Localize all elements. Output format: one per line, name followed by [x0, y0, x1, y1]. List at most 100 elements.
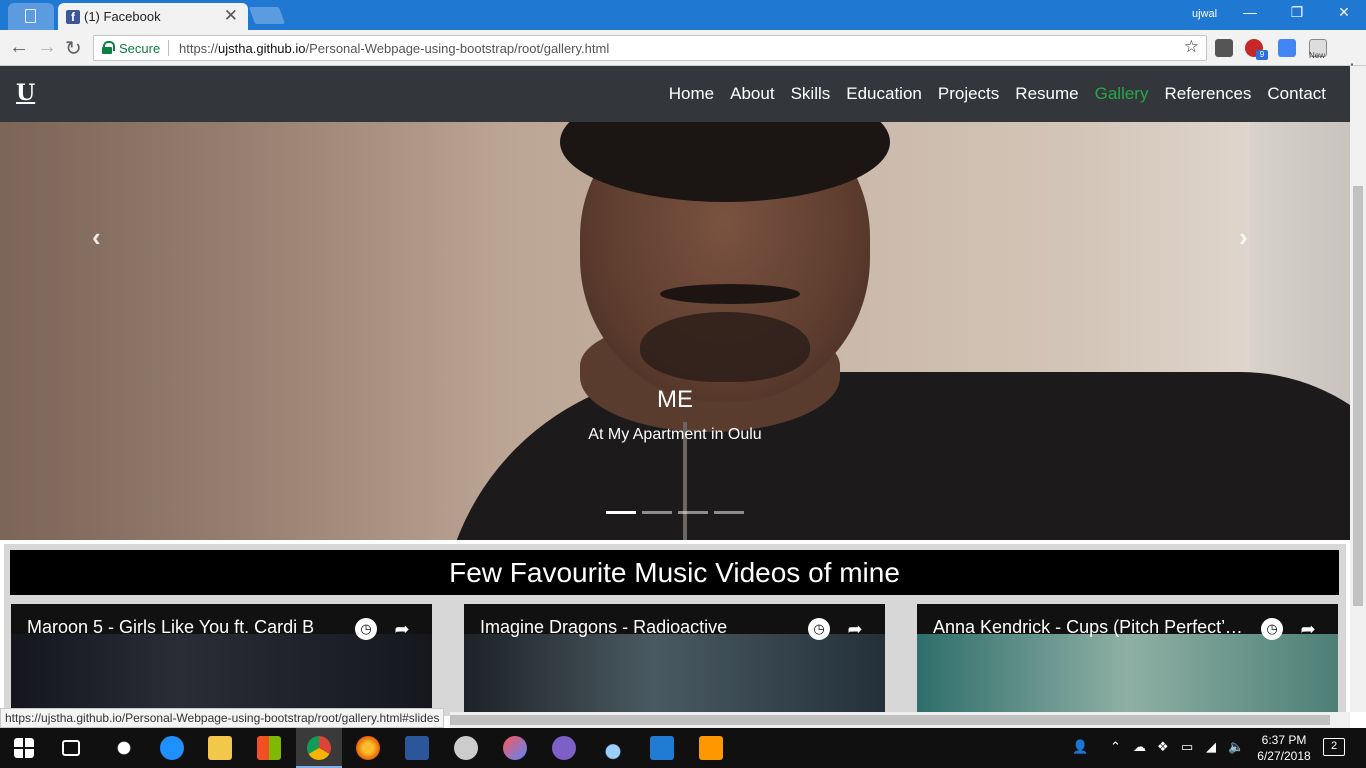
share-icon[interactable]: ➦ — [844, 618, 866, 640]
people-icon[interactable]: 👤 — [1072, 739, 1088, 755]
clock-time: 6:37 PM — [1261, 733, 1307, 747]
url-path: /Personal-Webpage-using-bootstrap/root/g… — [305, 41, 610, 56]
horizontal-scrollbar[interactable] — [450, 712, 1350, 728]
brightness-sun-icon[interactable] — [112, 736, 136, 760]
carousel-indicator[interactable] — [678, 511, 708, 514]
tab-facebook[interactable]: f (1) Facebook ✕ — [58, 3, 248, 30]
nav-about[interactable]: About — [730, 84, 774, 104]
nav-links: Home About Skills Education Projects Res… — [669, 84, 1326, 104]
caption-title: ME — [657, 386, 693, 413]
address-bar[interactable]: Secure https://ujstha.github.io/Personal… — [93, 35, 1207, 61]
extension-evernote-icon[interactable] — [1215, 39, 1233, 57]
extension-badge: 9 — [1256, 50, 1268, 60]
taskbar-clock[interactable]: 6:37 PM 6/27/2018 — [1252, 732, 1316, 764]
video-title[interactable]: Imagine Dragons - Radioactive — [480, 617, 790, 638]
video-card[interactable]: Maroon 5 - Girls Like You ft. Cardi B ◷ … — [11, 604, 432, 712]
music-heading: Few Favourite Music Videos of mine — [10, 550, 1339, 595]
link-status-bubble: https://ujstha.github.io/Personal-Webpag… — [0, 708, 445, 728]
music-section: Few Favourite Music Videos of mine Maroo… — [0, 540, 1350, 716]
share-icon[interactable]: ➦ — [391, 618, 413, 640]
nav-gallery[interactable]: Gallery — [1095, 84, 1149, 104]
tray-chevron-icon[interactable]: ⌃ — [1110, 739, 1121, 755]
lock-icon — [102, 41, 115, 54]
dropbox-icon[interactable]: ❖ — [1157, 739, 1169, 755]
facebook-favicon-icon: f — [66, 10, 80, 24]
start-windows-icon[interactable] — [14, 738, 34, 758]
itunes-icon[interactable] — [503, 736, 527, 760]
viber-icon[interactable] — [552, 736, 576, 760]
horizontal-scroll-thumb[interactable] — [450, 715, 1330, 725]
vertical-scroll-thumb[interactable] — [1353, 186, 1363, 606]
clock-date: 6/27/2018 — [1257, 749, 1311, 763]
extension-translate-icon[interactable] — [1278, 39, 1296, 57]
onedrive-cloud-icon[interactable]: ☁ — [1133, 739, 1146, 755]
nav-education[interactable]: Education — [846, 84, 922, 104]
extension-new-label: New — [1309, 51, 1326, 60]
site-logo[interactable]: U — [16, 80, 35, 106]
edge-browser-icon[interactable] — [160, 736, 184, 760]
video-thumbnail — [917, 634, 1338, 712]
carousel-caption: ME At My Apartment in Oulu — [475, 386, 875, 444]
store-icon[interactable] — [257, 736, 281, 760]
nav-home[interactable]: Home — [669, 84, 714, 104]
wifi-icon[interactable]: ◢ — [1206, 739, 1216, 755]
vertical-scrollbar[interactable] — [1350, 66, 1366, 712]
nav-references[interactable]: References — [1164, 84, 1251, 104]
profile-name[interactable]: ujwal — [1192, 8, 1217, 20]
url-host: ujstha.github.io — [218, 41, 306, 56]
video-card[interactable]: Imagine Dragons - Radioactive ◷ ➦ — [464, 604, 885, 712]
photo-beard — [640, 312, 810, 382]
word-icon[interactable] — [405, 736, 429, 760]
window-close-button[interactable]: ✕ — [1332, 4, 1356, 24]
file-explorer-icon[interactable] — [208, 736, 232, 760]
tab-close-icon[interactable]: ✕ — [224, 6, 238, 26]
share-icon[interactable]: ➦ — [1297, 618, 1319, 640]
watch-later-icon[interactable]: ◷ — [355, 618, 377, 640]
back-button[interactable]: ← — [9, 36, 29, 59]
photo-shadow — [0, 122, 500, 540]
tab-blank[interactable] — [8, 3, 54, 30]
minimize-button[interactable]: — — [1238, 4, 1262, 24]
photo-mustache — [660, 284, 800, 304]
carousel-next-icon[interactable]: › — [1239, 222, 1248, 253]
vscode-icon[interactable] — [650, 736, 674, 760]
volume-icon[interactable]: 🔈 — [1228, 739, 1244, 755]
site-navbar: U Home About Skills Education Projects R… — [0, 66, 1350, 122]
nav-skills[interactable]: Skills — [791, 84, 831, 104]
document-icon — [25, 9, 36, 23]
bitwarden-icon[interactable] — [454, 736, 478, 760]
carousel-indicators — [606, 511, 744, 514]
reload-button[interactable]: ↻ — [65, 36, 82, 61]
video-title[interactable]: Maroon 5 - Girls Like You ft. Cardi B — [27, 617, 337, 638]
carousel-indicator[interactable] — [606, 511, 636, 514]
nav-resume[interactable]: Resume — [1015, 84, 1078, 104]
browser-toolbar: ← → ↻ Secure https://ujstha.github.io/Pe… — [0, 30, 1366, 79]
task-view-icon[interactable] — [62, 740, 80, 756]
watch-later-icon[interactable]: ◷ — [808, 618, 830, 640]
bookmark-star-icon[interactable]: ☆ — [1184, 37, 1199, 57]
video-card[interactable]: Anna Kendrick - Cups (Pitch Perfect’s “W… — [917, 604, 1338, 712]
sublime-text-icon[interactable] — [699, 736, 723, 760]
photo-carousel: ‹ › ME At My Apartment in Oulu — [0, 122, 1350, 540]
url-text[interactable]: https://ujstha.github.io/Personal-Webpag… — [179, 41, 609, 56]
nav-projects[interactable]: Projects — [938, 84, 999, 104]
watch-later-icon[interactable]: ◷ — [1261, 618, 1283, 640]
restore-button[interactable]: ❐ — [1285, 4, 1309, 24]
chrome-icon[interactable] — [307, 736, 331, 760]
windows-taskbar: 👤 ⌃ ☁ ❖ ▭ ◢ 🔈 6:37 PM 6/27/2018 2 — [0, 728, 1366, 768]
carousel-indicator[interactable] — [714, 511, 744, 514]
action-center-icon[interactable]: 2 — [1323, 738, 1345, 756]
caption-text: At My Apartment in Oulu — [588, 426, 762, 443]
nav-contact[interactable]: Contact — [1267, 84, 1326, 104]
forward-button[interactable]: → — [37, 36, 57, 59]
droplet-icon[interactable] — [601, 736, 625, 760]
battery-icon[interactable]: ▭ — [1181, 739, 1193, 755]
new-tab-button[interactable] — [248, 7, 286, 24]
video-title[interactable]: Anna Kendrick - Cups (Pitch Perfect’s “W… — [933, 617, 1243, 638]
carousel-indicator[interactable] — [642, 511, 672, 514]
carousel-prev-icon[interactable]: ‹ — [92, 222, 101, 253]
firefox-icon[interactable] — [356, 736, 380, 760]
omnibox-divider — [168, 40, 169, 56]
video-thumbnail — [11, 634, 432, 712]
secure-label: Secure — [119, 41, 161, 56]
